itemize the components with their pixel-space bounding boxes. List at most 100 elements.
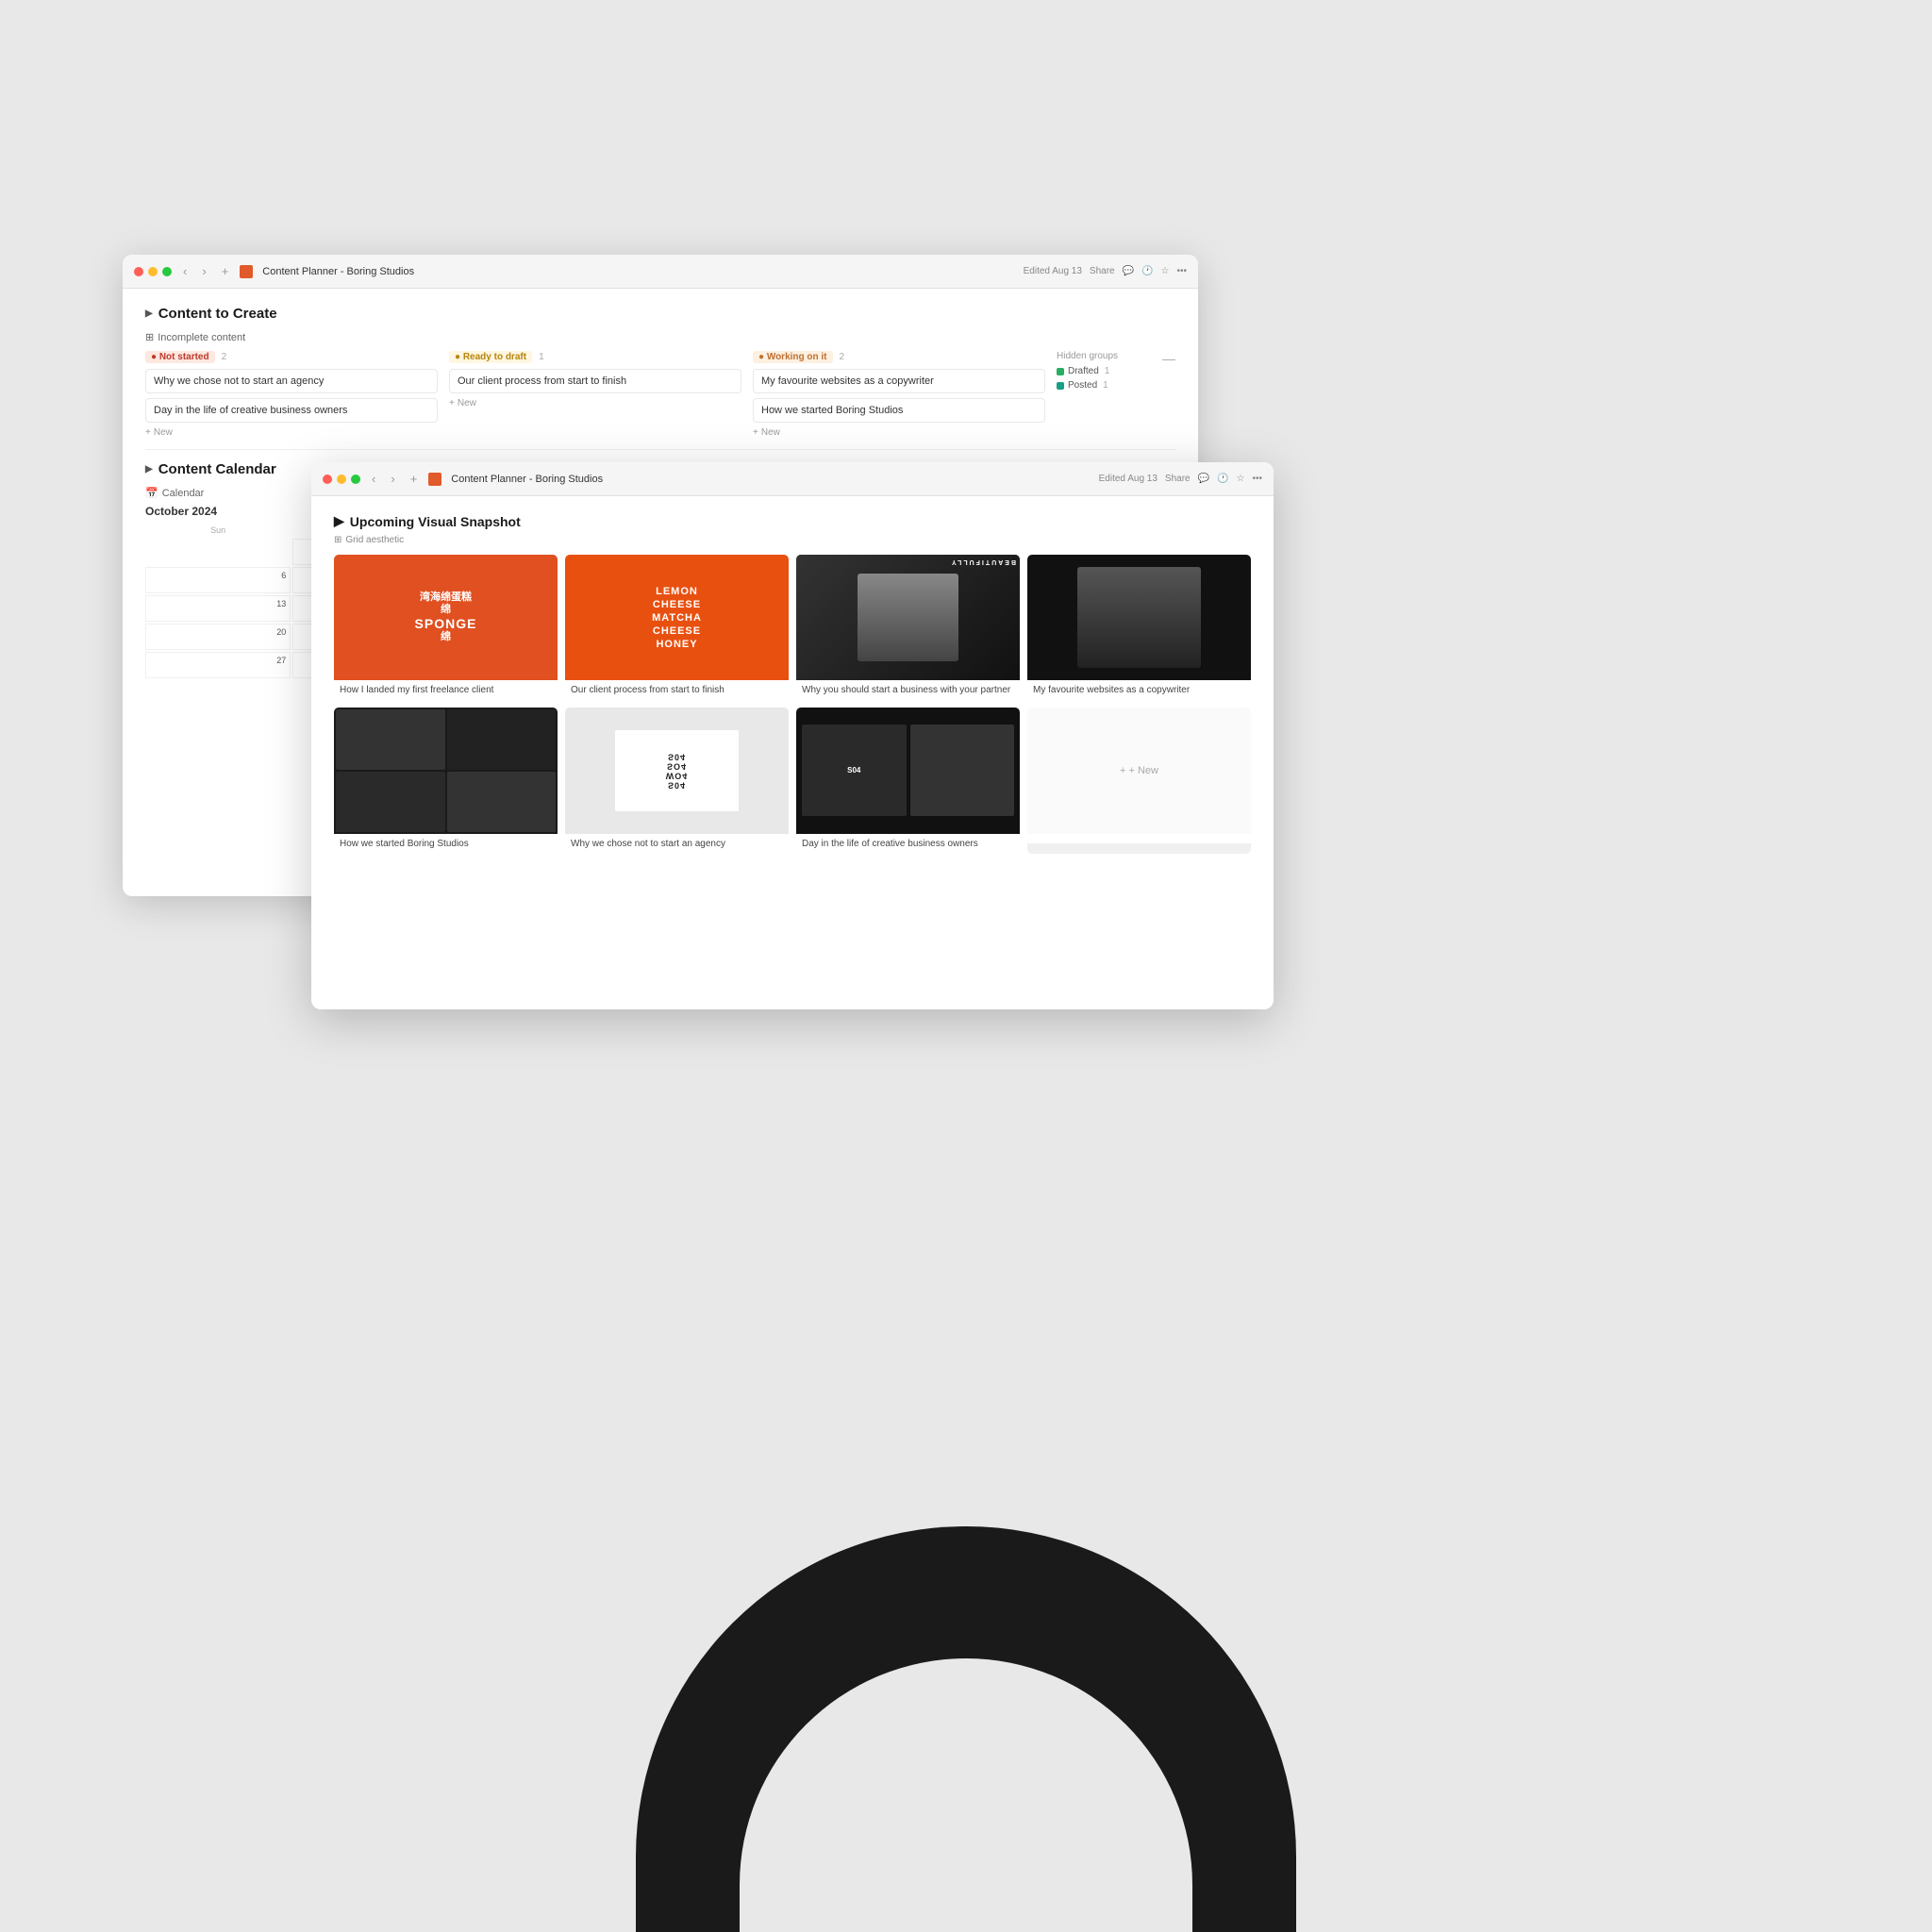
more-icon-back[interactable]: •••: [1176, 266, 1187, 276]
snapshot-header: ▶ Upcoming Visual Snapshot: [334, 513, 1251, 529]
collapse-btn[interactable]: —: [1162, 351, 1175, 438]
forward-btn-front[interactable]: ›: [387, 470, 398, 488]
new-label[interactable]: + New: [1128, 765, 1158, 776]
kanban-col-working-on-it: ● Working on it 2 My favourite websites …: [753, 351, 1045, 438]
count-ready-to-draft: 1: [539, 352, 544, 362]
cal-cell[interactable]: 6: [145, 567, 291, 593]
section-divider: [145, 449, 1175, 450]
tab-title-back: Content Planner - Boring Studios: [262, 266, 414, 277]
table-icon: ⊞: [145, 331, 154, 343]
gallery-caption-beauty: Why you should start a business with you…: [796, 680, 1020, 700]
section1-title: Content to Create: [158, 306, 277, 322]
thumb-s04dark: S04: [796, 708, 1020, 833]
minimize-icon-front[interactable]: [337, 475, 346, 484]
gallery-item-beauty[interactable]: BEAUTIFULLY Why you should start a busin…: [796, 555, 1020, 700]
star-icon-front[interactable]: ☆: [1237, 474, 1245, 484]
outfit-grid-3: [336, 772, 445, 832]
gallery-caption-s04dark: Day in the life of creative business own…: [796, 834, 1020, 854]
thumb-masked: [1027, 555, 1251, 680]
maximize-icon[interactable]: [162, 267, 172, 276]
new-btn-col3[interactable]: +New: [753, 427, 1045, 438]
gallery-item-masked[interactable]: My favourite websites as a copywriter: [1027, 555, 1251, 700]
gallery-caption-outfit: How we started Boring Studios: [334, 834, 558, 854]
kanban-card[interactable]: Our client process from start to finish: [449, 369, 741, 393]
gallery-caption-masked: My favourite websites as a copywriter: [1027, 680, 1251, 700]
grid-icon: ⊞: [334, 535, 341, 545]
gallery-item-new[interactable]: + + New: [1027, 708, 1251, 853]
tab-icon-front: [428, 473, 441, 486]
clock-icon-back: 🕐: [1141, 266, 1153, 276]
col-header-not-started: ● Not started 2: [145, 351, 438, 363]
back-btn[interactable]: ‹: [179, 262, 191, 280]
thumb-sponge: 湾海绵蛋糕绵 SPONGE 绵: [334, 555, 558, 680]
kanban-col-ready-to-draft: ● Ready to draft 1 Our client process fr…: [449, 351, 741, 438]
kanban-col-not-started: ● Not started 2 Why we chose not to star…: [145, 351, 438, 438]
minimize-icon[interactable]: [148, 267, 158, 276]
section-content-to-create: ▶ Content to Create: [145, 306, 1175, 322]
chrome-right-back: Edited Aug 13 Share 💬 🕐 ☆ •••: [1024, 266, 1187, 276]
clock-icon-front: 🕐: [1217, 474, 1228, 484]
arch-shape-outer: [636, 1526, 1296, 1932]
close-icon[interactable]: [134, 267, 143, 276]
cal-day-sun: Sun: [145, 524, 291, 537]
tab-bar-front: Content Planner - Boring Studios: [428, 473, 1091, 486]
new-btn-col1[interactable]: +New: [145, 427, 438, 438]
beauty-text: BEAUTIFULLY: [950, 558, 1016, 565]
col-header-ready-to-draft: ● Ready to draft 1: [449, 351, 741, 363]
add-tab-btn-front[interactable]: +: [407, 470, 422, 488]
comment-icon-back: 💬: [1123, 266, 1134, 276]
window-controls-back: [134, 267, 172, 276]
back-btn-front[interactable]: ‹: [368, 470, 379, 488]
count-not-started: 2: [222, 352, 227, 362]
kanban-card[interactable]: Why we chose not to start an agency: [145, 369, 438, 393]
gallery-item-s04dark[interactable]: S04 Day in the life of creative business…: [796, 708, 1020, 853]
dot-posted: [1057, 382, 1064, 390]
gallery-item-outfit[interactable]: How we started Boring Studios: [334, 708, 558, 853]
count-posted: 1: [1103, 380, 1108, 391]
add-tab-btn[interactable]: +: [218, 262, 233, 280]
gallery-item-sponge[interactable]: 湾海绵蛋糕绵 SPONGE 绵 How I landed my first fr…: [334, 555, 558, 700]
kanban-card[interactable]: How we started Boring Studios: [753, 398, 1045, 423]
count-working-on-it: 2: [840, 352, 845, 362]
thumb-white: S04WO4SO4S04: [565, 708, 789, 833]
thumb-beauty: BEAUTIFULLY: [796, 555, 1020, 680]
triangle-icon-1: ▶: [145, 308, 153, 319]
edited-label-front: Edited Aug 13: [1099, 474, 1158, 484]
more-icon-front[interactable]: •••: [1252, 474, 1262, 484]
label-posted: Posted: [1068, 380, 1097, 391]
new-btn-col2[interactable]: +New: [449, 398, 741, 408]
bottom-logo-area: [0, 1526, 1932, 1932]
kanban-board: ● Not started 2 Why we chose not to star…: [145, 351, 1175, 438]
hidden-label: Hidden groups: [1057, 351, 1151, 361]
cal-cell[interactable]: 20: [145, 624, 291, 650]
badge-not-started: ● Not started: [145, 351, 215, 363]
kanban-label: ⊞ Incomplete content: [145, 331, 1175, 343]
forward-btn[interactable]: ›: [198, 262, 209, 280]
cal-cell[interactable]: 13: [145, 595, 291, 622]
gallery-item-white[interactable]: S04WO4SO4S04 Why we chose not to start a…: [565, 708, 789, 853]
label-drafted: Drafted: [1068, 366, 1099, 376]
kanban-card[interactable]: My favourite websites as a copywriter: [753, 369, 1045, 393]
cal-cell[interactable]: 27: [145, 652, 291, 678]
outfit-grid-1: [336, 709, 445, 770]
gallery-item-lemon[interactable]: LEMON CHEESE MATCHA CHEESE HONEY Our cli…: [565, 555, 789, 700]
dot-drafted: [1057, 368, 1064, 375]
close-icon-front[interactable]: [323, 475, 332, 484]
section2-title: Content Calendar: [158, 461, 276, 477]
share-btn-back[interactable]: Share: [1090, 266, 1115, 276]
gallery-caption-lemon: Our client process from start to finish: [565, 680, 789, 700]
plus-icon: +: [1120, 765, 1125, 776]
star-icon-back[interactable]: ☆: [1161, 266, 1170, 276]
share-btn-front[interactable]: Share: [1165, 474, 1191, 484]
s04-block2: [910, 724, 1015, 816]
triangle-icon-3: ▶: [334, 513, 344, 529]
count-drafted: 1: [1105, 366, 1110, 376]
grid-label: ⊞ Grid aesthetic: [334, 535, 1251, 545]
browser-chrome-back: ‹ › + Content Planner - Boring Studios E…: [123, 255, 1198, 289]
kanban-card[interactable]: Day in the life of creative business own…: [145, 398, 438, 423]
new-item-btn[interactable]: + + New: [1120, 765, 1158, 776]
badge-working-on-it: ● Working on it: [753, 351, 833, 363]
gallery-caption-sponge: How I landed my first freelance client: [334, 680, 558, 700]
snapshot-title: Upcoming Visual Snapshot: [350, 514, 521, 529]
maximize-icon-front[interactable]: [351, 475, 360, 484]
